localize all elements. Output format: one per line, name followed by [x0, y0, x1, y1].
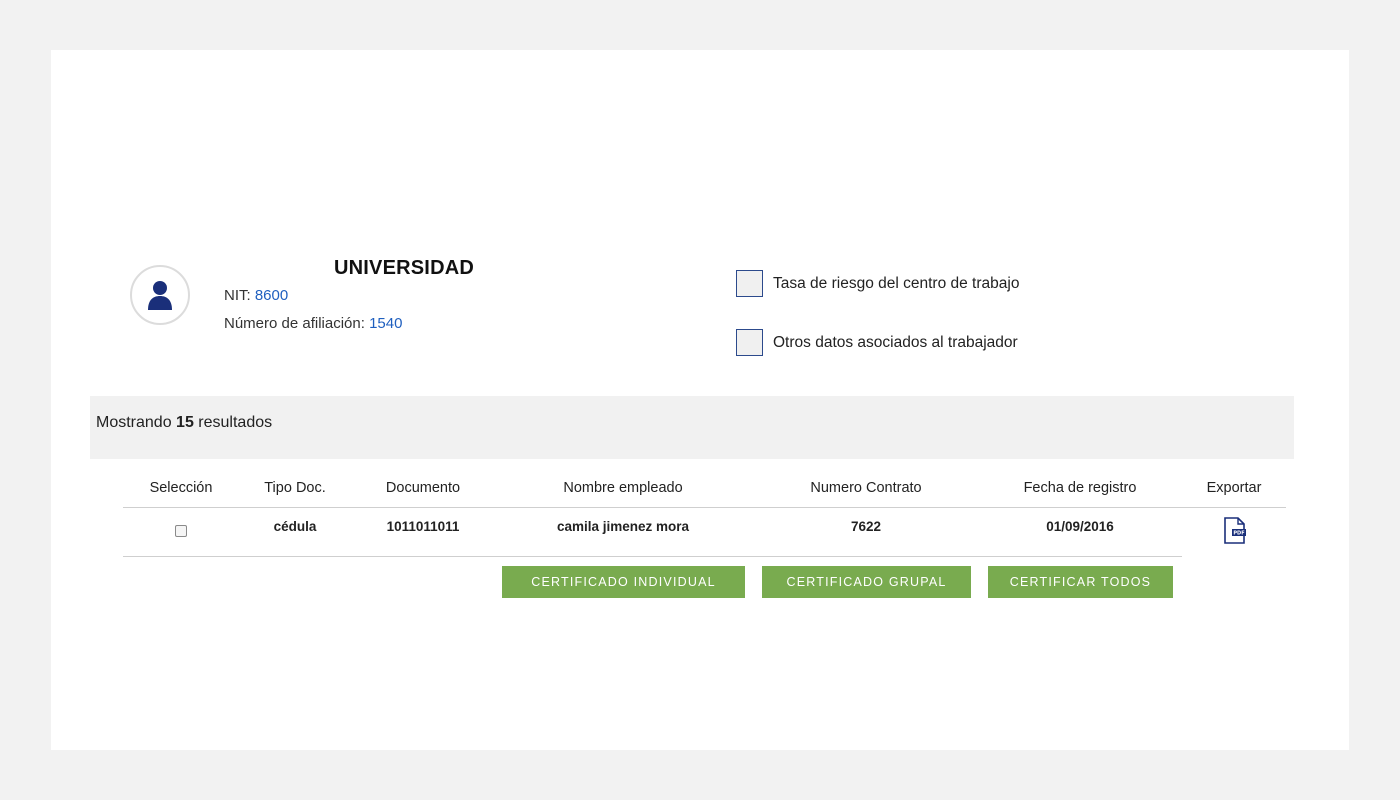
- option-otros-datos[interactable]: Otros datos asociados al trabajador: [736, 329, 1018, 356]
- afiliacion-value: 1540: [369, 315, 403, 332]
- main-card: UNIVERSIDAD NIT: 8600 Número de afiliaci…: [51, 50, 1349, 750]
- table-row: cédula 1011011011 camila jimenez mora 76…: [123, 508, 1246, 557]
- nit-line: NIT: 8600: [224, 287, 288, 304]
- results-bar: Mostrando 15 resultados: [90, 396, 1294, 459]
- header-tipo-doc: Tipo Doc.: [264, 480, 326, 496]
- user-icon: [148, 281, 172, 310]
- header-exportar: Exportar: [1206, 480, 1262, 496]
- results-count: 15: [176, 414, 194, 431]
- header-nombre: Nombre empleado: [563, 480, 683, 496]
- header-contrato: Numero Contrato: [810, 480, 922, 496]
- tasa-riesgo-label: Tasa de riesgo del centro de trabajo: [773, 274, 1020, 292]
- header-seleccion: Selección: [149, 480, 213, 496]
- results-suffix: resultados: [193, 414, 273, 431]
- certificar-todos-button[interactable]: CERTIFICAR TODOS: [988, 566, 1173, 598]
- certificado-grupal-button[interactable]: CERTIFICADO GRUPAL: [762, 566, 971, 598]
- header-fecha: Fecha de registro: [1023, 480, 1137, 496]
- pdf-icon[interactable]: PDF: [1223, 517, 1247, 545]
- tasa-riesgo-checkbox[interactable]: [736, 270, 763, 297]
- otros-datos-label: Otros datos asociados al trabajador: [773, 333, 1018, 351]
- afiliacion-line: Número de afiliación: 1540: [224, 315, 402, 332]
- cell-tipo: cédula: [273, 519, 317, 534]
- table-header: Selección Tipo Doc. Documento Nombre emp…: [123, 472, 1286, 508]
- otros-datos-checkbox[interactable]: [736, 329, 763, 356]
- svg-text:PDF: PDF: [1233, 531, 1244, 537]
- cell-documento: 1011011011: [386, 519, 460, 534]
- nit-value: 8600: [254, 287, 289, 304]
- certificado-individual-button[interactable]: CERTIFICADO INDIVIDUAL: [502, 566, 745, 598]
- cell-contrato: 7622: [850, 519, 882, 534]
- nit-label: NIT:: [224, 287, 255, 304]
- row-select-checkbox[interactable]: [175, 525, 187, 537]
- results-table: Selección Tipo Doc. Documento Nombre emp…: [123, 472, 1286, 557]
- option-tasa-riesgo[interactable]: Tasa de riesgo del centro de trabajo: [736, 270, 1019, 297]
- results-prefix: Mostrando: [96, 414, 177, 431]
- cell-nombre: camila jimenez mora: [556, 519, 690, 534]
- cell-fecha: 01/09/2016: [1046, 519, 1114, 534]
- user-avatar: [130, 265, 190, 325]
- afiliacion-label: Número de afiliación:: [224, 315, 370, 332]
- company-name: UNIVERSIDAD: [334, 257, 474, 279]
- header-documento: Documento: [385, 480, 461, 496]
